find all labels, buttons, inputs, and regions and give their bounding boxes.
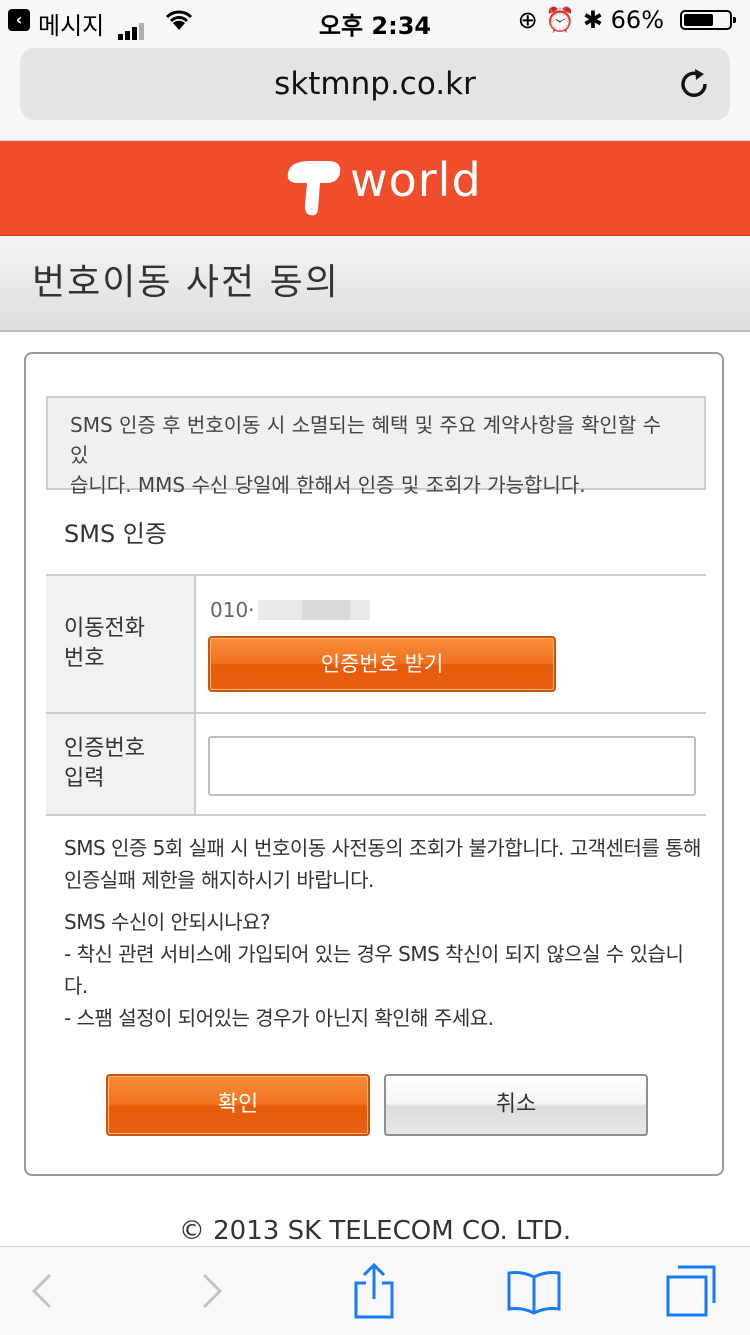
phone-row: 이동전화 번호 010· 인증번호 받기 bbox=[46, 574, 706, 712]
phone-label: 이동전화 번호 bbox=[46, 576, 196, 712]
cancel-button[interactable]: 취소 bbox=[384, 1074, 648, 1136]
info-text: SMS 인증 5회 실패 시 번호이동 사전동의 조회가 불가합니다. 고객센터… bbox=[64, 832, 704, 1044]
info-line-3: SMS 수신이 안되시나요? bbox=[64, 910, 271, 934]
section-title: SMS 인증 bbox=[64, 520, 167, 548]
sms-auth-card: SMS 인증 후 번호이동 시 소멸되는 혜택 및 주요 계약사항을 확인할 수… bbox=[24, 352, 724, 1176]
phone-number-mask-2 bbox=[302, 600, 350, 620]
rotation-lock-icon: ⊕ bbox=[517, 6, 538, 34]
code-label-line-1: 인증번호 bbox=[64, 736, 145, 761]
info-line-5: 다. bbox=[64, 974, 88, 998]
reload-icon[interactable] bbox=[676, 66, 712, 102]
status-right: ⊕ ⏰ ✱ 66% bbox=[518, 6, 664, 34]
notice-line-2: 습니다. MMS 수신 당일에 한해서 인증 및 조회가 가능합니다. bbox=[70, 473, 586, 497]
phone-label-line-2: 번호 bbox=[64, 646, 105, 671]
notice-line-1: SMS 인증 후 번호이동 시 소멸되는 혜택 및 주요 계약사항을 확인할 수… bbox=[70, 413, 661, 467]
auth-form: 이동전화 번호 010· 인증번호 받기 인증번호 입력 bbox=[46, 574, 706, 816]
code-input[interactable] bbox=[208, 736, 696, 796]
code-label: 인증번호 입력 bbox=[46, 714, 196, 814]
address-bar[interactable]: sktmnp.co.kr bbox=[20, 48, 730, 120]
confirm-button[interactable]: 확인 bbox=[106, 1074, 370, 1136]
browser-toolbar bbox=[0, 1246, 750, 1335]
code-row: 인증번호 입력 bbox=[46, 712, 706, 816]
brand-header: world bbox=[0, 140, 750, 237]
info-line-4: - 착신 관련 서비스에 가입되어 있는 경우 SMS 착신이 되지 않으실 수… bbox=[64, 942, 684, 966]
url-text[interactable]: sktmnp.co.kr bbox=[20, 48, 730, 120]
forward-arrow-icon[interactable] bbox=[196, 1271, 226, 1311]
back-arrow-icon[interactable] bbox=[28, 1271, 58, 1311]
tabs-icon[interactable] bbox=[664, 1263, 720, 1319]
t-logo-icon[interactable] bbox=[280, 155, 346, 221]
phone-label-line-1: 이동전화 bbox=[64, 616, 145, 641]
battery-icon bbox=[680, 10, 736, 30]
brand-name[interactable]: world bbox=[350, 153, 482, 207]
notice-box: SMS 인증 후 번호이동 시 소멸되는 혜택 및 주요 계약사항을 확인할 수… bbox=[46, 396, 706, 497]
code-label-line-2: 입력 bbox=[64, 766, 105, 791]
get-code-button[interactable]: 인증번호 받기 bbox=[208, 636, 556, 692]
status-bar: ‹ 메시지 오후 2:34 ⊕ ⏰ ✱ 66% bbox=[0, 0, 750, 40]
info-line-1: SMS 인증 5회 실패 시 번호이동 사전동의 조회가 불가합니다. 고객센터… bbox=[64, 836, 701, 860]
page-title: 번호이동 사전 동의 bbox=[32, 262, 340, 303]
page-title-bar: 번호이동 사전 동의 bbox=[0, 236, 750, 332]
share-icon[interactable] bbox=[352, 1261, 396, 1319]
bluetooth-icon: ✱ bbox=[582, 6, 604, 34]
browser-address-area: sktmnp.co.kr bbox=[0, 40, 750, 138]
info-line-6: - 스팸 설정이 되어있는 경우가 아닌지 확인해 주세요. bbox=[64, 1006, 494, 1030]
alarm-icon: ⏰ bbox=[545, 6, 576, 34]
footer-copyright: © 2013 SK TELECOM CO. LTD. bbox=[178, 1216, 572, 1246]
battery-percent: 66% bbox=[610, 6, 664, 34]
bookmarks-icon[interactable] bbox=[506, 1269, 562, 1315]
phone-number: 010· bbox=[210, 598, 255, 622]
info-line-2: 인증실패 제한을 해지하시기 바랍니다. bbox=[64, 868, 374, 892]
